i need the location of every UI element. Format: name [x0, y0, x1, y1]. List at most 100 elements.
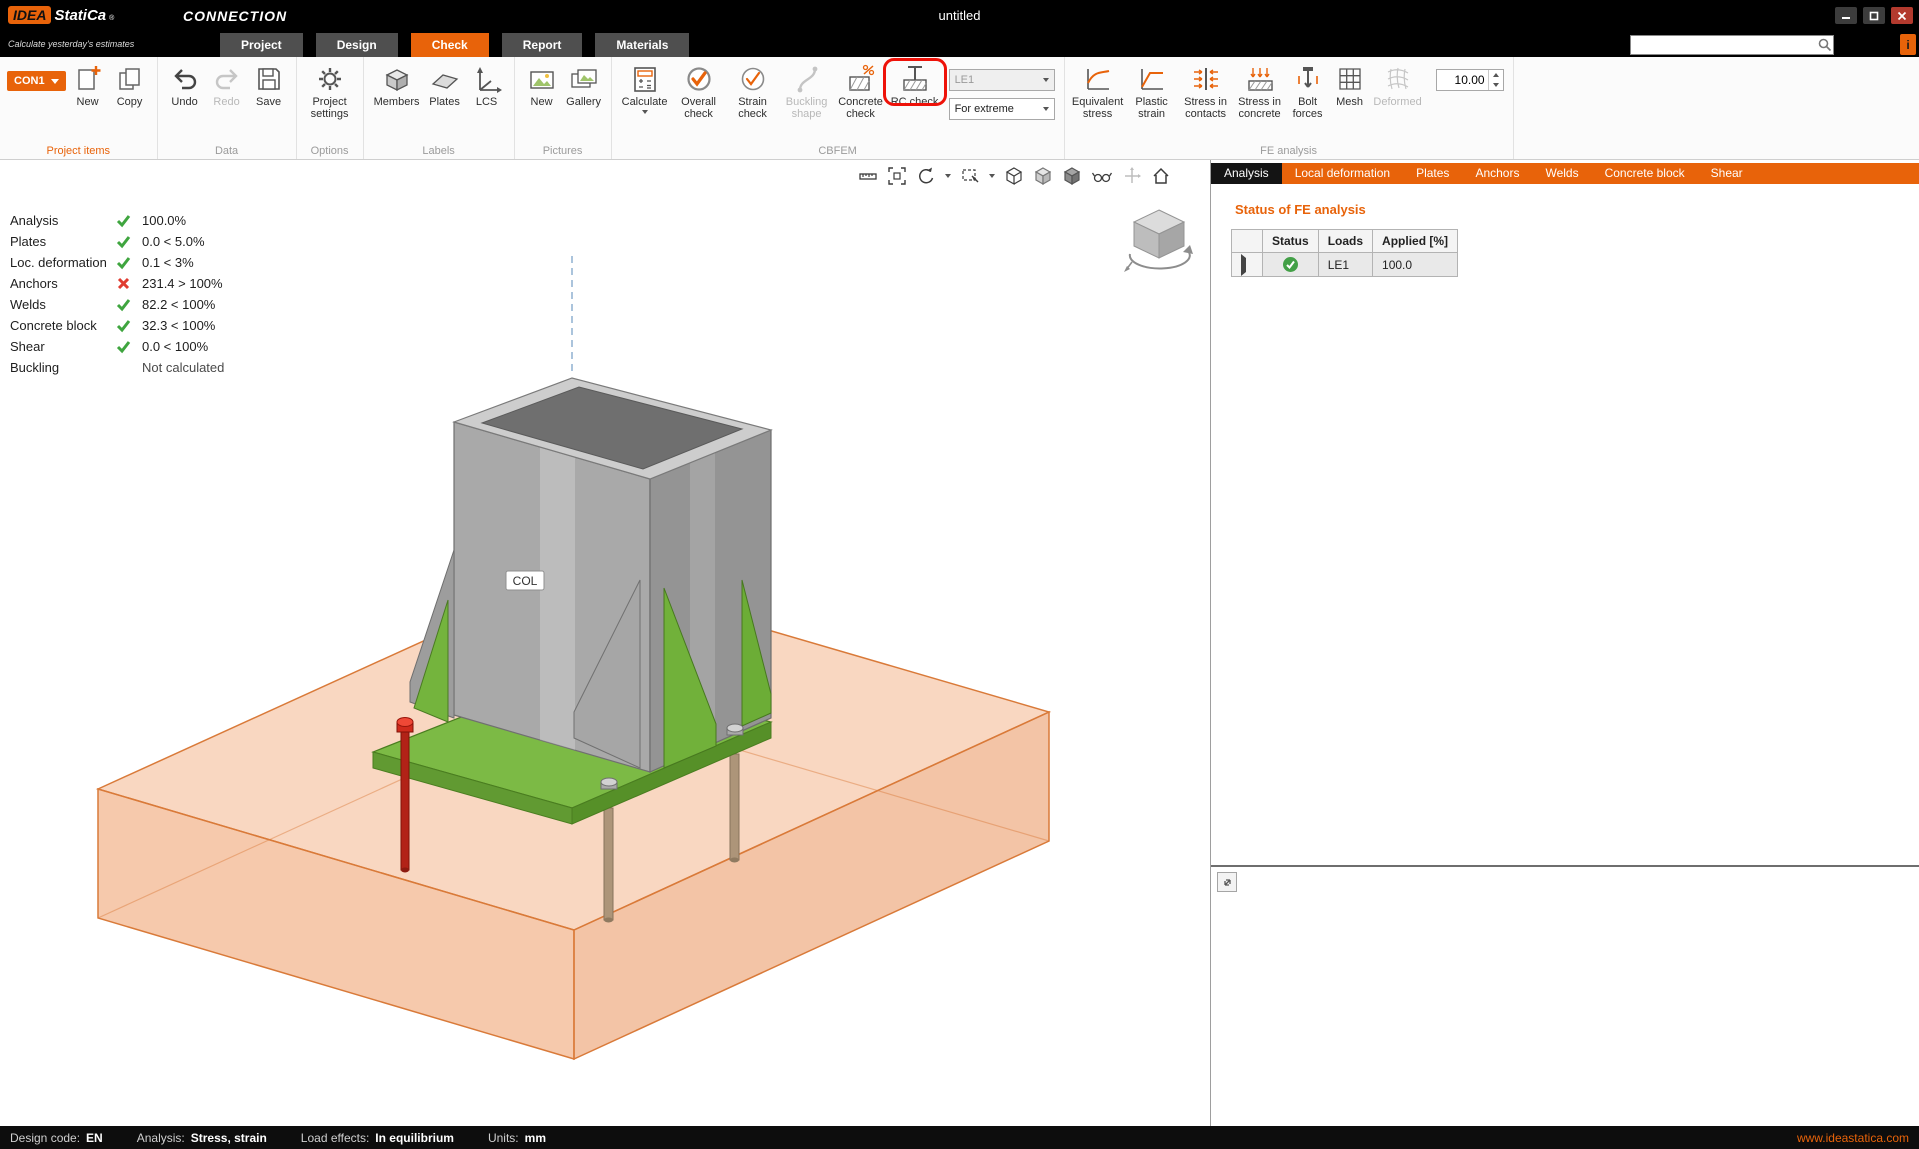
row-expander[interactable] [1232, 253, 1263, 277]
chevron-down-icon[interactable] [989, 174, 995, 178]
shaded-cube-icon[interactable] [1033, 166, 1053, 186]
loads-cell: LE1 [1318, 253, 1372, 277]
applied-cell: 100.0 [1373, 253, 1458, 277]
maximize-button[interactable] [1863, 7, 1885, 24]
save-button[interactable]: Save [249, 59, 289, 108]
measure-icon[interactable] [858, 166, 878, 186]
navigation-cube[interactable] [1120, 204, 1198, 278]
deformation-scale-input[interactable] [1437, 70, 1488, 90]
gallery-button[interactable]: Gallery [564, 59, 604, 108]
calculate-button[interactable]: Calculate [619, 59, 671, 114]
ribbon-group-project-items: CON1 New Copy Project items [0, 57, 158, 159]
rotate-view-icon[interactable] [916, 166, 936, 186]
tab-concrete-block[interactable]: Concrete block [1592, 163, 1698, 184]
lcs-labels-button[interactable]: LCS [467, 59, 507, 108]
tab-welds[interactable]: Welds [1532, 163, 1591, 184]
plates-labels-button[interactable]: Plates [425, 59, 465, 108]
plastic-strain-icon [1137, 64, 1167, 94]
copy-label: Copy [117, 96, 143, 108]
con1-dropdown[interactable]: CON1 [7, 71, 66, 91]
copy-icon [115, 64, 145, 94]
tab-materials[interactable]: Materials [595, 33, 689, 57]
svg-text:COL: COL [513, 574, 538, 588]
stress-in-contacts-button[interactable]: Stress in contacts [1180, 59, 1232, 121]
mesh-button[interactable]: Mesh [1330, 59, 1370, 108]
tab-shear[interactable]: Shear [1698, 163, 1756, 184]
plates-label: Plates [429, 96, 460, 108]
info-icon: i [1906, 38, 1909, 52]
con1-label: CON1 [14, 75, 45, 87]
tab-project[interactable]: Project [220, 33, 303, 57]
tab-design[interactable]: Design [316, 33, 398, 57]
chevron-down-icon[interactable] [945, 174, 951, 178]
rc-check-button[interactable]: RC check [889, 59, 941, 108]
group-label-fe-analysis: FE analysis [1065, 145, 1513, 157]
undo-button[interactable]: Undo [165, 59, 205, 108]
concrete-check-label: Concrete check [835, 96, 887, 121]
plate-icon [430, 64, 460, 94]
ribbon-group-labels: Members Plates LCS Labels [364, 57, 515, 159]
solid-cube-icon[interactable] [1062, 166, 1082, 186]
bolt-forces-button[interactable]: Bolt forces [1288, 59, 1328, 121]
analysis-type-item: Analysis: Stress, strain [137, 1131, 267, 1145]
spinner-down-button[interactable] [1489, 80, 1503, 90]
tab-anchors[interactable]: Anchors [1462, 163, 1532, 184]
deformed-icon [1383, 64, 1413, 94]
new-label: New [77, 96, 99, 108]
plastic-strain-button[interactable]: Plastic strain [1126, 59, 1178, 121]
load-case-dropdown[interactable]: LE1 [949, 69, 1055, 91]
result-value: 100.0% [142, 210, 252, 231]
fit-view-icon[interactable] [887, 166, 907, 186]
deformed-button: Deformed [1372, 59, 1424, 108]
copy-button[interactable]: Copy [110, 59, 150, 108]
fail-cross-icon [116, 273, 142, 294]
mesh-icon [1335, 64, 1365, 94]
search-icon[interactable] [1817, 37, 1833, 53]
pass-check-icon [116, 315, 142, 336]
deformation-scale-spinner[interactable] [1436, 69, 1504, 91]
design-code-item: Design code: EN [10, 1131, 103, 1145]
result-label: Concrete block [10, 315, 116, 336]
extreme-dropdown[interactable]: For extreme [949, 98, 1055, 120]
members-labels-button[interactable]: Members [371, 59, 423, 108]
new-picture-button[interactable]: New [522, 59, 562, 108]
view-settings-icon[interactable] [1091, 166, 1113, 186]
app-logo: IDEA StatiCa ® [8, 6, 114, 24]
strain-check-button[interactable]: Strain check [727, 59, 779, 121]
tab-local-deformation[interactable]: Local deformation [1282, 163, 1403, 184]
picture-new-icon [527, 64, 557, 94]
equivalent-stress-button[interactable]: Equivalent stress [1072, 59, 1124, 121]
tab-check[interactable]: Check [411, 33, 489, 57]
concrete-check-button[interactable]: Concrete check [835, 59, 887, 121]
overall-check-button[interactable]: Overall check [673, 59, 725, 121]
tab-plates[interactable]: Plates [1403, 163, 1462, 184]
chevron-down-icon [1493, 83, 1499, 87]
minimize-icon [1841, 11, 1851, 21]
panel-divider[interactable] [1211, 865, 1919, 867]
close-button[interactable] [1891, 7, 1913, 24]
axes-icon [472, 64, 502, 94]
document-title: untitled [939, 8, 981, 23]
load-effects-value: In equilibrium [375, 1131, 454, 1145]
results-panel: Analysis Local deformation Plates Anchor… [1210, 160, 1919, 1126]
tab-report[interactable]: Report [502, 33, 583, 57]
new-project-button[interactable]: New [68, 59, 108, 108]
spinner-up-button[interactable] [1489, 70, 1503, 80]
expand-panel-button[interactable] [1217, 872, 1237, 892]
wireframe-cube-icon[interactable] [1004, 166, 1024, 186]
project-settings-label: Project settings [304, 96, 356, 121]
equivalent-stress-icon [1083, 64, 1113, 94]
lcs-label: LCS [476, 96, 497, 108]
search-input[interactable] [1631, 38, 1817, 52]
rc-check-wrapper: RC check [889, 59, 941, 108]
website-link[interactable]: www.ideastatica.com [1797, 1131, 1909, 1145]
undo-label: Undo [171, 96, 197, 108]
tab-analysis[interactable]: Analysis [1211, 163, 1282, 184]
minimize-button[interactable] [1835, 7, 1857, 24]
stress-in-concrete-button[interactable]: Stress in concrete [1234, 59, 1286, 121]
selection-mode-icon[interactable] [960, 166, 980, 186]
loads-column-header: Loads [1318, 230, 1372, 253]
home-view-icon[interactable] [1151, 166, 1171, 186]
info-button[interactable]: i [1900, 34, 1916, 55]
project-settings-button[interactable]: Project settings [304, 59, 356, 121]
